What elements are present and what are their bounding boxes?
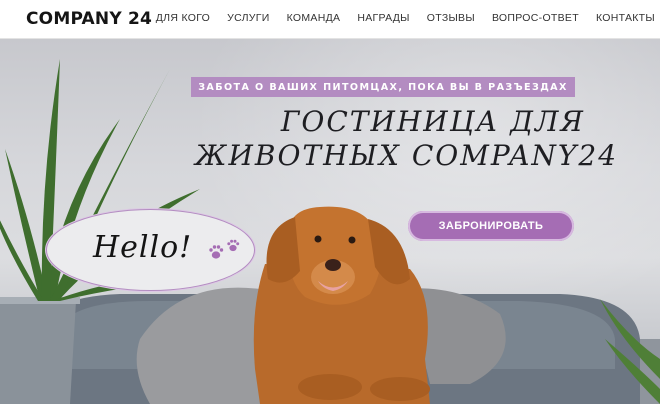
main-nav: ДЛЯ КОГО УСЛУГИ КОМАНДА НАГРАДЫ ОТЗЫВЫ В… [139,12,655,24]
nav-link-awards[interactable]: НАГРАДЫ [357,12,409,24]
hero-title-line-2: ЖИВОТНЫХ COMPANY24 [195,139,619,172]
book-button[interactable]: ЗАБРОНИРОВАТЬ [408,211,574,241]
hero-section: ЗАБОТА О ВАШИХ ПИТОМЦАХ, ПОКА ВЫ В РАЗЪЕ… [0,39,660,404]
dog-eye-right [348,236,356,244]
dog-nose [325,259,341,271]
nav-link-services[interactable]: УСЛУГИ [227,12,270,24]
plant-pot [0,301,76,404]
nav-link-reviews[interactable]: ОТЗЫВЫ [427,12,475,24]
site-header: COMPANY 24 ДЛЯ КОГО УСЛУГИ КОМАНДА НАГРА… [0,0,660,39]
nav-link-faq[interactable]: ВОПРОС-ОТВЕТ [492,12,579,24]
hero-title-line-1: ГОСТИНИЦА ДЛЯ [280,105,585,138]
hello-bubble: Hello! [46,209,255,291]
dog-ear-left [266,217,300,283]
hero-tagline: ЗАБОТА О ВАШИХ ПИТОМЦАХ, ПОКА ВЫ В РАЗЪЕ… [191,77,575,97]
hero-title: ГОСТИНИЦА ДЛЯ ЖИВОТНЫХ COMPANY24 [195,105,619,173]
dog-paw-right [370,377,430,401]
nav-link-for-whom[interactable]: ДЛЯ КОГО [156,12,210,24]
nav-link-contacts[interactable]: КОНТАКТЫ [596,12,655,24]
hello-text: Hello! [93,230,193,265]
nav-link-team[interactable]: КОМАНДА [287,12,341,24]
paw-icon [209,239,240,259]
company-logo[interactable]: COMPANY 24 [26,9,152,29]
dog-paw-left [298,374,362,400]
dog-eye-left [314,235,322,243]
